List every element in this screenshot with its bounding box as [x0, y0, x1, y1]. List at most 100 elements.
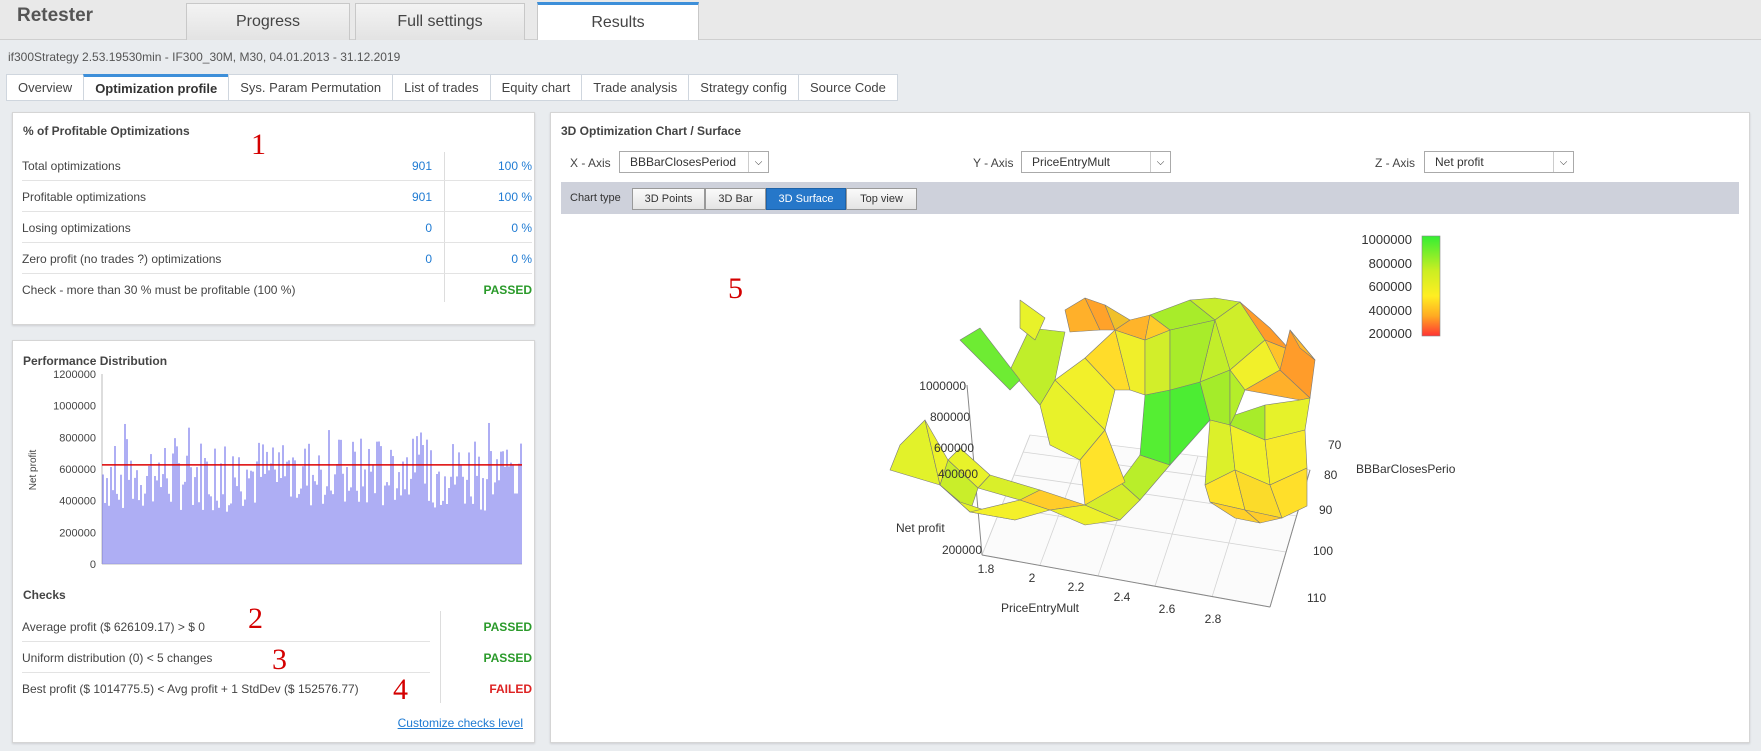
- histogram-bar: [358, 501, 360, 564]
- app-title: Retester: [17, 5, 94, 26]
- annotation-marker-2: 2: [248, 602, 263, 635]
- histogram-bar: [294, 460, 296, 564]
- check-status: FAILED: [489, 682, 532, 696]
- y-tick: 1.8: [978, 562, 995, 576]
- x-axis-select[interactable]: BBBarClosesPeriod ⌵: [619, 151, 769, 173]
- x-axis-value: BBBarClosesPeriod: [630, 155, 737, 169]
- check-label: Check - more than 30 % must be profitabl…: [22, 283, 296, 297]
- z-axis-label: Z - Axis: [1375, 156, 1416, 170]
- histogram-bar: [172, 453, 174, 564]
- chart-type-3d-points-button[interactable]: 3D Points: [632, 188, 705, 210]
- histogram-bar: [174, 438, 176, 564]
- z-tick: 600000: [934, 441, 974, 455]
- color-legend-bar: [1421, 235, 1441, 337]
- tab-results[interactable]: Results: [537, 2, 699, 40]
- histogram-bar: [300, 488, 302, 564]
- tab-full-settings[interactable]: Full settings: [355, 3, 525, 40]
- stat-count[interactable]: 0: [362, 221, 432, 235]
- checks-title: Checks: [23, 588, 66, 602]
- histogram-bar: [274, 469, 276, 564]
- histogram-bar: [158, 462, 160, 564]
- z-axis-select[interactable]: Net profit ⌵: [1424, 151, 1574, 173]
- stat-count[interactable]: 901: [362, 190, 432, 204]
- subtab-optimization-profile[interactable]: Optimization profile: [83, 74, 229, 101]
- histogram-bar: [450, 476, 452, 564]
- histogram-bar: [400, 495, 402, 564]
- stat-percent[interactable]: 0 %: [442, 221, 532, 235]
- y-tick: 2.8: [1205, 612, 1222, 626]
- histogram-bar: [352, 441, 354, 564]
- stat-percent[interactable]: 100 %: [442, 190, 532, 204]
- histogram-bar: [496, 459, 498, 564]
- histogram-bar: [270, 463, 272, 564]
- subtab-strategy-config[interactable]: Strategy config: [688, 74, 799, 101]
- histogram-bar: [106, 478, 108, 564]
- histogram-bar: [242, 505, 244, 564]
- y-axis-select[interactable]: PriceEntryMult ⌵: [1021, 151, 1171, 173]
- histogram-bar: [118, 499, 120, 564]
- histogram-bar: [332, 494, 334, 564]
- surface-3d-chart[interactable]: 1000000 800000 600000 400000 200000 1000…: [870, 220, 1470, 640]
- chart-type-3d-surface-button[interactable]: 3D Surface: [766, 188, 846, 210]
- chart-type-top-view-button[interactable]: Top view: [846, 188, 917, 210]
- histogram-ytick: 1000000: [53, 401, 96, 413]
- histogram-bar: [342, 473, 344, 564]
- histogram-bar: [314, 481, 316, 564]
- histogram-bar: [162, 474, 164, 564]
- histogram-bar: [444, 476, 446, 564]
- z-axis-value: Net profit: [1435, 155, 1484, 169]
- histogram-bar: [248, 478, 250, 564]
- histogram-bar: [392, 456, 394, 564]
- subtab-equity-chart[interactable]: Equity chart: [489, 74, 582, 101]
- histogram-bar: [502, 451, 504, 564]
- histogram-bar: [520, 443, 522, 564]
- subtab-source-code[interactable]: Source Code: [798, 74, 898, 101]
- histogram-bar: [388, 485, 390, 564]
- subtab-list-of-trades[interactable]: List of trades: [392, 74, 490, 101]
- histogram-bar: [310, 505, 312, 564]
- check-status: PASSED: [483, 651, 532, 665]
- histogram-bar: [254, 502, 256, 564]
- histogram-bar: [104, 502, 106, 564]
- stat-label: Total optimizations: [22, 159, 121, 173]
- histogram-bar: [498, 480, 500, 564]
- histogram-bar: [176, 446, 178, 564]
- histogram-bar: [258, 442, 260, 564]
- stat-percent[interactable]: 100 %: [442, 159, 532, 173]
- histogram-bar: [454, 484, 456, 564]
- histogram-bar: [154, 476, 156, 564]
- histogram-bar: [404, 489, 406, 564]
- histogram-ytick: 200000: [59, 527, 96, 539]
- z-tick: 1000000: [919, 379, 966, 393]
- stat-percent[interactable]: 0 %: [442, 252, 532, 266]
- histogram-bar: [140, 485, 142, 564]
- histogram-bar: [478, 456, 480, 564]
- top-bar: Retester Progress Full settings Results: [0, 0, 1761, 40]
- histogram-bar: [200, 443, 202, 564]
- histogram-bar: [180, 509, 182, 564]
- histogram-bar: [364, 469, 366, 564]
- histogram-bar: [282, 445, 284, 564]
- histogram-bar: [452, 444, 454, 564]
- chart-type-3d-bar-button[interactable]: 3D Bar: [705, 188, 766, 210]
- stat-count[interactable]: 0: [362, 252, 432, 266]
- check-label: Best profit ($ 1014775.5) < Avg profit +…: [22, 682, 359, 696]
- histogram-bar: [360, 438, 362, 564]
- stat-count[interactable]: 901: [362, 159, 432, 173]
- histogram-bar: [446, 504, 448, 564]
- histogram-bar: [170, 501, 172, 564]
- histogram-bar: [198, 502, 200, 564]
- y-tick: 2.2: [1068, 580, 1085, 594]
- stat-label: Zero profit (no trades ?) optimizations: [22, 252, 222, 266]
- subtab-trade-analysis[interactable]: Trade analysis: [581, 74, 689, 101]
- histogram-bar: [206, 461, 208, 564]
- histogram-bar: [356, 490, 358, 564]
- customize-checks-link[interactable]: Customize checks level: [398, 716, 523, 730]
- tab-progress[interactable]: Progress: [186, 3, 350, 40]
- histogram-bar: [432, 502, 434, 564]
- subtab-overview[interactable]: Overview: [6, 74, 84, 101]
- profitable-panel-title: % of Profitable Optimizations: [23, 124, 190, 138]
- histogram-bar: [250, 470, 252, 564]
- subtab-sys-param-permutation[interactable]: Sys. Param Permutation: [228, 74, 393, 101]
- histogram-bar: [286, 461, 288, 564]
